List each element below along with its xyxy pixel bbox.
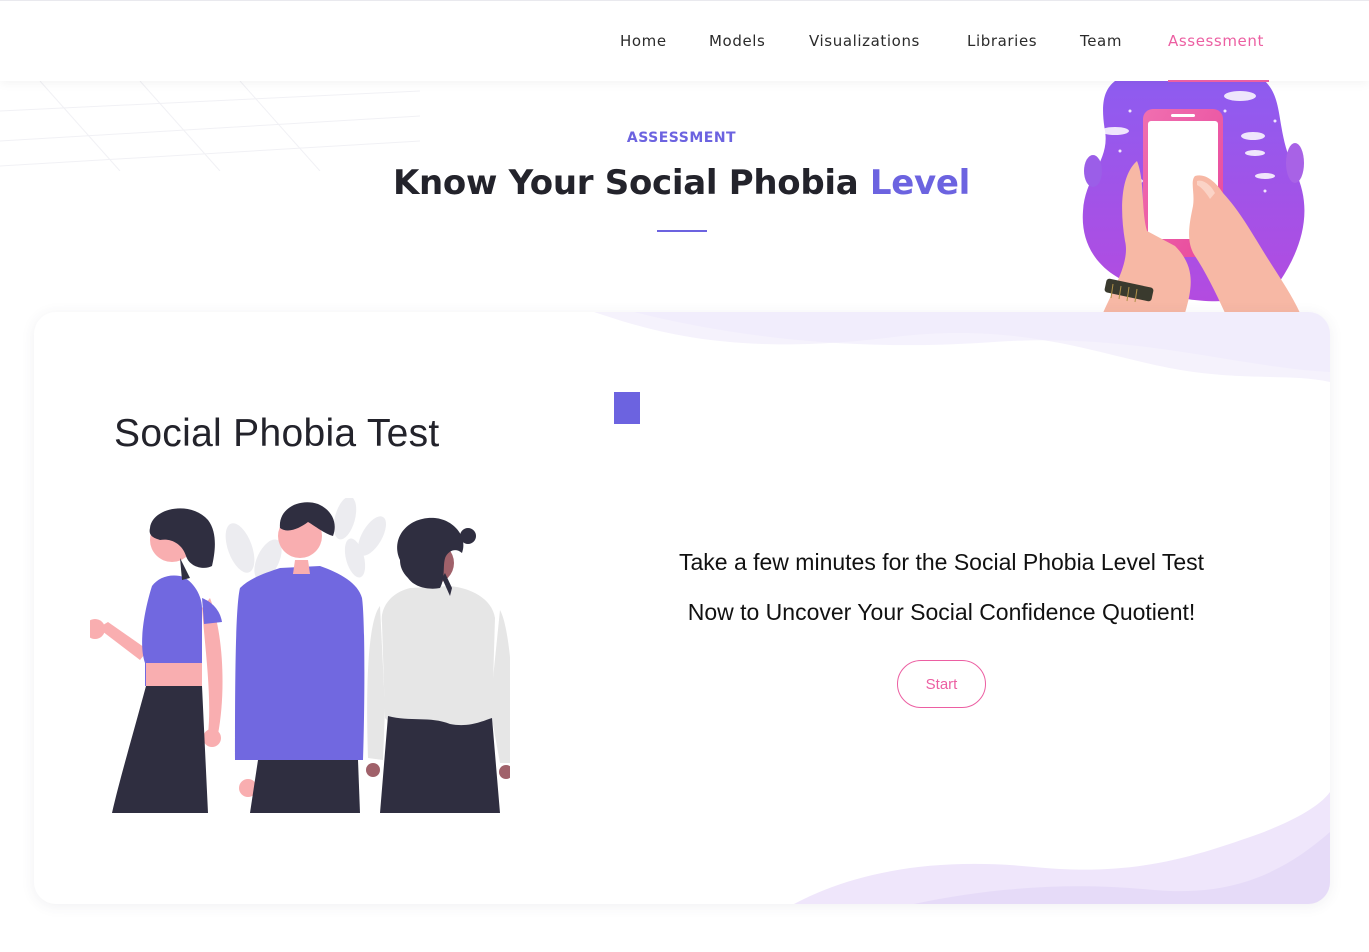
start-button[interactable]: Start xyxy=(897,660,986,708)
phone-hands-illustration xyxy=(1082,81,1305,313)
nav-libraries[interactable]: Libraries xyxy=(967,32,1037,50)
page-title-main: Know Your Social Phobia xyxy=(392,163,870,203)
top-navbar: Home Models Visualizations Libraries Tea… xyxy=(0,0,1369,82)
nav-visualizations[interactable]: Visualizations xyxy=(809,32,920,50)
intro-line-2: Now to Uncover Your Social Confidence Qu… xyxy=(687,599,1196,625)
nav-assessment[interactable]: Assessment xyxy=(1168,32,1264,50)
nav-team[interactable]: Team xyxy=(1080,32,1122,50)
background-pattern xyxy=(0,81,420,171)
active-nav-underline xyxy=(1168,80,1269,82)
accent-square xyxy=(614,392,640,424)
assessment-card: Social Phobia Test Take a few minutes fo… xyxy=(34,312,1330,904)
title-divider xyxy=(657,230,707,232)
people-illustration xyxy=(90,498,510,813)
intro-line-1: Take a few minutes for the Social Phobia… xyxy=(678,549,1205,575)
page-title-accent: Level xyxy=(869,163,971,203)
nav-models[interactable]: Models xyxy=(709,32,765,50)
test-title: Social Phobia Test xyxy=(114,412,440,455)
nav-home[interactable]: Home xyxy=(620,32,667,50)
main-nav: Home Models Visualizations Libraries Tea… xyxy=(0,1,1369,82)
